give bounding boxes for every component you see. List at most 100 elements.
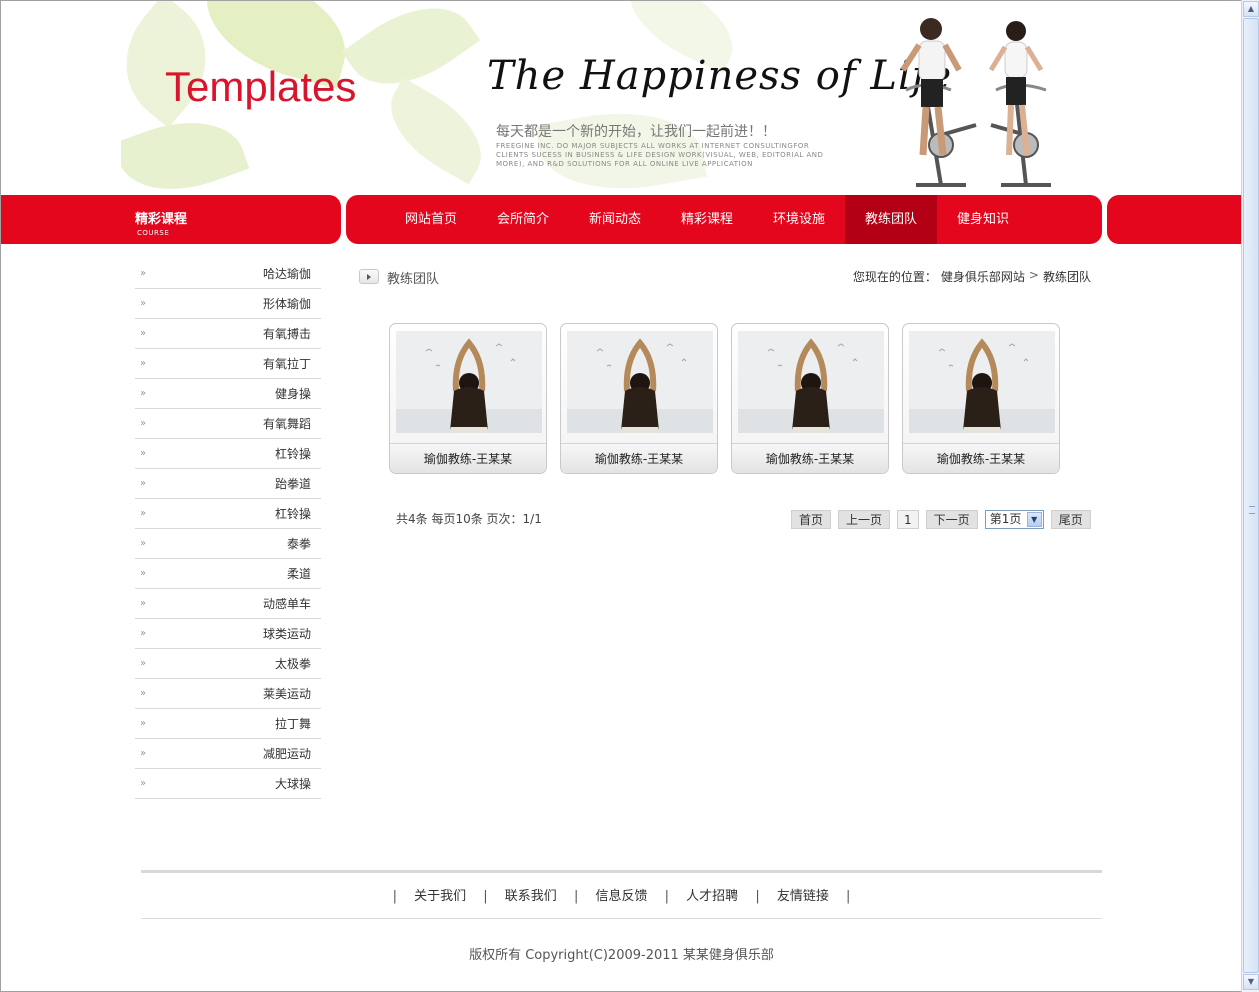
sidebar-item-label: 有氧舞蹈 <box>262 417 311 431</box>
fitness-couple-image <box>900 18 1051 187</box>
coach-card[interactable]: 瑜伽教练-王某某 <box>560 323 718 474</box>
sidebar-item[interactable]: » 大球操 <box>135 769 321 799</box>
double-arrow-icon: » <box>140 538 147 549</box>
pagination: 首页 上一页 1 下一页 第1页 ▼ 尾页 <box>791 510 1091 529</box>
sidebar-item[interactable]: » 杠铃操 <box>135 499 321 529</box>
sidebar-item-label: 球类运动 <box>262 627 311 641</box>
footer-separator: | <box>664 889 670 904</box>
sidebar-item-label: 减肥运动 <box>262 747 311 761</box>
scroll-down-icon[interactable]: ▼ <box>1243 974 1259 990</box>
double-arrow-icon: » <box>140 568 147 579</box>
sidebar-item[interactable]: » 健身操 <box>135 379 321 409</box>
double-arrow-icon: » <box>140 598 147 609</box>
sidebar-item[interactable]: » 球类运动 <box>135 619 321 649</box>
yoga-coach-photo <box>738 331 884 433</box>
footer-separator: | <box>755 889 760 904</box>
sidebar-item-label: 大球操 <box>274 777 311 791</box>
last-page-button[interactable]: 尾页 <box>1050 510 1091 529</box>
page-select-value: 第1页 <box>989 512 1022 526</box>
leaf-decoration <box>373 77 499 185</box>
nav-item-home[interactable]: 网站首页 <box>385 195 477 244</box>
sidebar-item[interactable]: » 跆拳道 <box>135 469 321 499</box>
nav-item-fitness-tips[interactable]: 健身知识 <box>937 195 1029 244</box>
sidebar-item[interactable]: » 泰拳 <box>135 529 321 559</box>
prev-page-button[interactable]: 上一页 <box>838 510 891 529</box>
coach-card-caption: 瑜伽教练-王某某 <box>732 443 888 473</box>
slogan-english: FREEGINE INC. DO MAJOR SUBJECTS ALL WORK… <box>496 142 824 168</box>
page-number-button[interactable]: 1 <box>897 510 919 529</box>
footer-link-contact[interactable]: 联系我们 <box>505 889 557 904</box>
coach-card-caption: 瑜伽教练-王某某 <box>561 443 717 473</box>
sidebar-item[interactable]: » 有氧舞蹈 <box>135 409 321 439</box>
nav-item-courses[interactable]: 精彩课程 <box>661 195 753 244</box>
sidebar-item-label: 跆拳道 <box>274 477 311 491</box>
leaf-decoration <box>121 102 250 195</box>
sidebar-item[interactable]: » 形体瑜伽 <box>135 289 321 319</box>
sidebar-item[interactable]: » 柔道 <box>135 559 321 589</box>
breadcrumb-home-link[interactable]: 健身俱乐部网站 <box>941 268 1025 285</box>
sidebar-item[interactable]: » 哈达瑜伽 <box>135 259 321 289</box>
sidebar-item-label: 莱美运动 <box>262 687 311 701</box>
double-arrow-icon: » <box>140 478 147 489</box>
breadcrumb-separator: > <box>1028 268 1039 282</box>
site-logo: Templates <box>165 63 357 110</box>
double-arrow-icon: » <box>140 508 147 519</box>
yoga-coach-photo <box>396 331 542 433</box>
coach-card-caption: 瑜伽教练-王某某 <box>390 443 546 473</box>
breadcrumb-prefix: 您现在的位置： <box>852 270 937 284</box>
footer-link-about[interactable]: 关于我们 <box>414 889 466 904</box>
vertical-scrollbar[interactable]: ▲ ▼ <box>1241 0 1259 992</box>
sidebar-item-label: 杠铃操 <box>274 507 311 521</box>
sidebar-item[interactable]: » 有氧搏击 <box>135 319 321 349</box>
nav-item-facilities[interactable]: 环境设施 <box>753 195 845 244</box>
sidebar-item-label: 有氧搏击 <box>262 327 311 341</box>
nav-item-news[interactable]: 新闻动态 <box>569 195 661 244</box>
nav-item-coaches[interactable]: 教练团队 <box>845 195 937 244</box>
browser-viewport: Templates The Happiness of Life 每天都是一个新的… <box>0 0 1241 992</box>
yoga-coach-photo <box>567 331 713 433</box>
footer-link-feedback[interactable]: 信息反馈 <box>595 889 647 904</box>
coach-card[interactable]: 瑜伽教练-王某某 <box>389 323 547 474</box>
double-arrow-icon: » <box>140 298 147 309</box>
sidebar-item[interactable]: » 动感单车 <box>135 589 321 619</box>
sidebar-item-label: 有氧拉丁 <box>262 357 311 371</box>
sidebar-subtitle: COURSE <box>137 229 170 237</box>
sidebar-item-label: 杠铃操 <box>274 447 311 461</box>
footer-separator: | <box>392 889 397 904</box>
coach-card[interactable]: 瑜伽教练-王某某 <box>902 323 1060 474</box>
scrollbar-thumb[interactable] <box>1243 18 1259 973</box>
double-arrow-icon: » <box>140 388 147 399</box>
sidebar-item[interactable]: » 减肥运动 <box>135 739 321 769</box>
sidebar-item-label: 泰拳 <box>286 537 311 551</box>
coach-cards: 瑜伽教练-王某某 瑜伽教练-王某某 瑜伽教练-王某某 瑜伽教练-王某某 <box>389 323 1060 474</box>
main-nav: 网站首页 会所简介 新闻动态 精彩课程 环境设施 教练团队 健身知识 <box>385 195 1029 244</box>
footer-separator: | <box>846 889 851 904</box>
footer-divider <box>141 918 1102 919</box>
sidebar-item[interactable]: » 莱美运动 <box>135 679 321 709</box>
right-nav-bar <box>1107 195 1241 244</box>
footer-link-jobs[interactable]: 人才招聘 <box>686 889 738 904</box>
pagination-info: 共4条 每页10条 页次：1/1 <box>396 512 542 526</box>
sidebar-item[interactable]: » 拉丁舞 <box>135 709 321 739</box>
next-page-button[interactable]: 下一页 <box>925 510 978 529</box>
copyright-text: 版权所有 Copyright(C)2009-2011 某某健身俱乐部 <box>469 948 774 963</box>
footer-links: | 关于我们 | 联系我们 | 信息反馈 | 人才招聘 | 友情链接 | <box>141 885 1102 904</box>
double-arrow-icon: » <box>140 418 147 429</box>
page-select[interactable]: 第1页 ▼ <box>984 510 1044 529</box>
double-arrow-icon: » <box>140 778 147 789</box>
nav-item-about[interactable]: 会所简介 <box>477 195 569 244</box>
grip-icon <box>1249 506 1255 514</box>
slogan-chinese: 每天都是一个新的开始，让我们一起前进！！ <box>496 124 776 140</box>
course-sidebar: » 哈达瑜伽 » 形体瑜伽 » 有氧搏击 » 有氧拉丁 » 健身操 » 有氧舞蹈 » 杠铃操 … <box>135 259 321 799</box>
arrow-right-icon <box>359 269 379 284</box>
scroll-up-icon[interactable]: ▲ <box>1243 1 1259 17</box>
first-page-button[interactable]: 首页 <box>791 510 832 529</box>
sidebar-item-label: 拉丁舞 <box>274 717 311 731</box>
sidebar-item[interactable]: » 杠铃操 <box>135 439 321 469</box>
footer-link-friends[interactable]: 友情链接 <box>777 889 829 904</box>
double-arrow-icon: » <box>140 628 147 639</box>
sidebar-item[interactable]: » 太极拳 <box>135 649 321 679</box>
coach-card[interactable]: 瑜伽教练-王某某 <box>731 323 889 474</box>
sidebar-item-label: 形体瑜伽 <box>262 297 311 311</box>
sidebar-item[interactable]: » 有氧拉丁 <box>135 349 321 379</box>
